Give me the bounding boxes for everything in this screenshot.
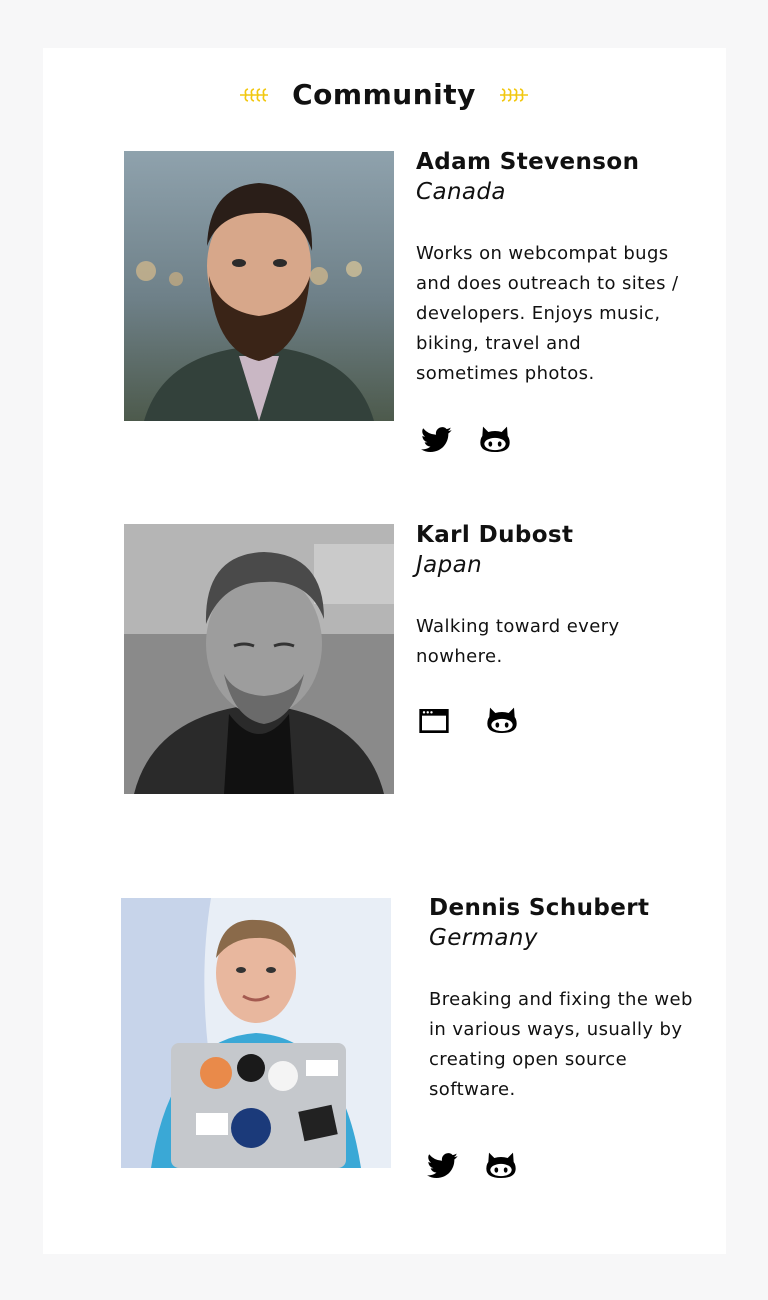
github-link[interactable] — [479, 424, 511, 456]
twitter-link[interactable] — [427, 1150, 459, 1182]
member-social-links — [427, 1150, 517, 1182]
member-social-links — [421, 424, 511, 456]
member-photo — [124, 524, 394, 794]
website-link[interactable] — [418, 705, 450, 737]
laurel-left-icon — [240, 87, 269, 102]
member-info: Dennis Schubert Germany Breaking and fix… — [429, 893, 699, 1105]
member-country: Canada — [416, 179, 506, 205]
laurel-right-icon — [499, 87, 528, 102]
member-social-links — [418, 705, 517, 737]
github-link[interactable] — [485, 1150, 517, 1182]
member-country: Japan — [416, 552, 483, 578]
website-icon — [419, 709, 449, 733]
member-bio: Works on webcompat bugs and does outreac… — [416, 243, 679, 384]
member-bio: Walking toward every nowhere. — [416, 616, 620, 667]
github-icon — [487, 707, 517, 733]
member-photo — [121, 898, 391, 1168]
twitter-icon — [427, 1153, 458, 1178]
member-info: Adam Stevenson Canada Works on webcompat… — [416, 147, 686, 389]
member-name: Karl Dubost — [416, 522, 574, 548]
member-name: Dennis Schubert — [429, 895, 650, 921]
member-country: Germany — [429, 925, 538, 951]
member-name: Adam Stevenson — [416, 149, 640, 175]
section-heading: Community — [0, 78, 768, 111]
twitter-icon — [421, 427, 452, 453]
github-icon — [486, 1152, 516, 1178]
section-title: Community — [292, 78, 476, 111]
twitter-link[interactable] — [421, 424, 453, 456]
github-link[interactable] — [476, 705, 517, 737]
member-info: Karl Dubost Japan Walking toward every n… — [416, 520, 686, 672]
member-bio: Breaking and fixing the web in various w… — [429, 989, 693, 1100]
github-icon — [480, 426, 510, 452]
member-photo — [124, 151, 394, 421]
